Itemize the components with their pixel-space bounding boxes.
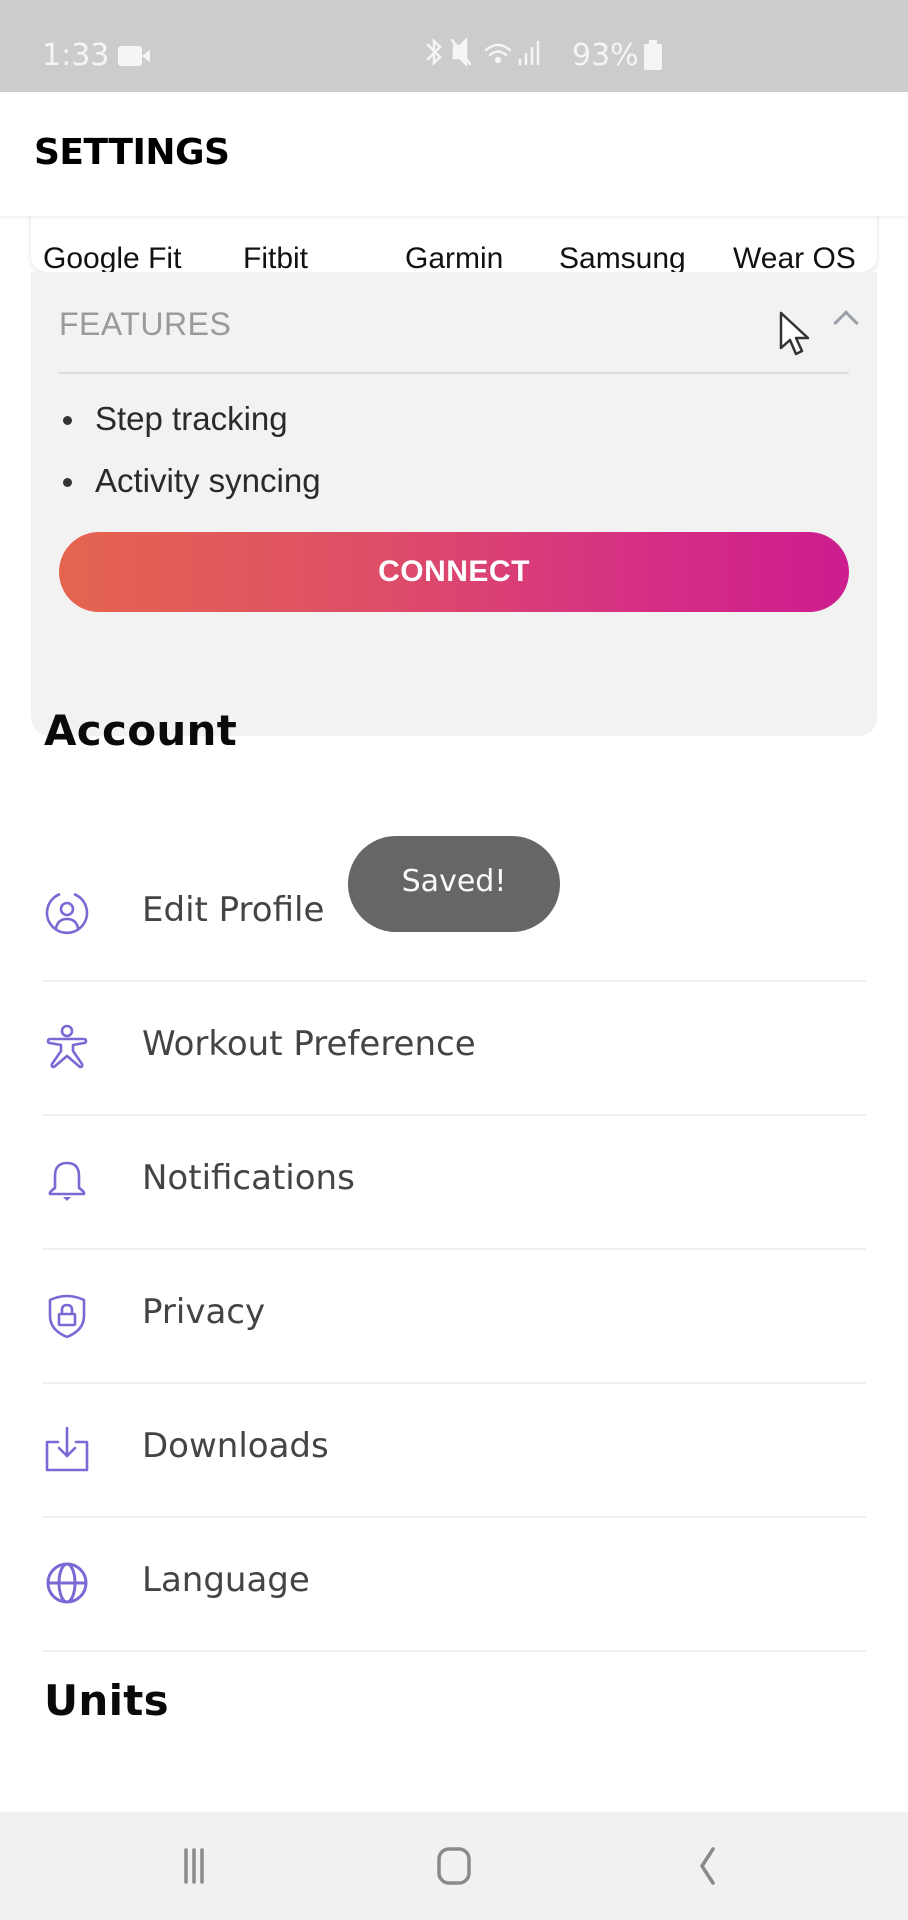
bell-icon <box>48 1161 86 1201</box>
tab-garmin[interactable]: Garmin <box>405 242 503 276</box>
tab-samsung[interactable]: Samsung <box>559 242 686 276</box>
back-icon <box>700 1847 715 1885</box>
home-icon <box>437 1847 471 1885</box>
screen-record-icon <box>118 46 150 66</box>
user-circle-icon <box>45 893 89 935</box>
status-time: 1:33 <box>42 38 110 73</box>
feature-list: Step tracking Activity syncing <box>59 398 321 522</box>
account-heading: Account <box>44 706 238 755</box>
recent-apps-button[interactable] <box>170 1842 230 1890</box>
features-panel: FEATURES Step tracking Activity syncing … <box>31 272 877 736</box>
globe-icon <box>46 1562 88 1604</box>
settings-item-privacy[interactable]: Privacy <box>0 1250 908 1384</box>
settings-item-workout-preference[interactable]: Workout Preference <box>0 982 908 1116</box>
status-bar: 1:33 93% <box>0 0 908 92</box>
saved-toast: Saved! <box>348 836 560 932</box>
settings-item-label: Edit Profile <box>142 890 325 930</box>
account-settings-list: Edit Profile Workout Preference Notifica… <box>0 848 908 1652</box>
features-title: FEATURES <box>59 306 232 342</box>
settings-item-label: Downloads <box>142 1426 329 1466</box>
tab-fitbit[interactable]: Fitbit <box>243 242 308 276</box>
download-tray-icon <box>45 1426 89 1472</box>
battery-percent: 93% <box>572 38 639 73</box>
feature-item: Activity syncing <box>59 460 321 522</box>
person-exercise-icon <box>46 1024 88 1069</box>
settings-item-language[interactable]: Language <box>0 1518 908 1652</box>
row-divider <box>42 1650 866 1652</box>
settings-item-label: Notifications <box>142 1158 355 1198</box>
connect-button[interactable]: CONNECT <box>59 532 849 612</box>
settings-scroll-content[interactable]: Google Fit Fitbit Garmin Samsung Wear OS… <box>0 92 908 1812</box>
recent-apps-icon <box>184 1848 204 1884</box>
back-button[interactable] <box>680 1842 740 1890</box>
system-status-icons <box>424 36 564 77</box>
shield-lock-icon <box>48 1294 86 1338</box>
units-heading: Units <box>44 1676 169 1725</box>
settings-item-label: Language <box>142 1560 310 1600</box>
settings-item-notifications[interactable]: Notifications <box>0 1116 908 1250</box>
chevron-up-icon[interactable] <box>833 310 859 336</box>
battery-icon <box>644 40 662 70</box>
bluetooth-mute-wifi-signal-icons <box>426 36 540 68</box>
settings-item-label: Privacy <box>142 1292 266 1332</box>
settings-item-downloads[interactable]: Downloads <box>0 1384 908 1518</box>
app-header: SETTINGS <box>0 92 908 216</box>
mouse-cursor-icon <box>779 311 810 356</box>
feature-item: Step tracking <box>59 398 321 460</box>
home-button[interactable] <box>425 1842 485 1890</box>
settings-item-label: Workout Preference <box>142 1024 476 1064</box>
system-navigation-bar <box>0 1812 908 1920</box>
tab-google-fit[interactable]: Google Fit <box>43 242 181 276</box>
tab-wear-os[interactable]: Wear OS <box>733 242 856 276</box>
features-divider <box>59 372 849 374</box>
page-title: SETTINGS <box>34 132 230 173</box>
